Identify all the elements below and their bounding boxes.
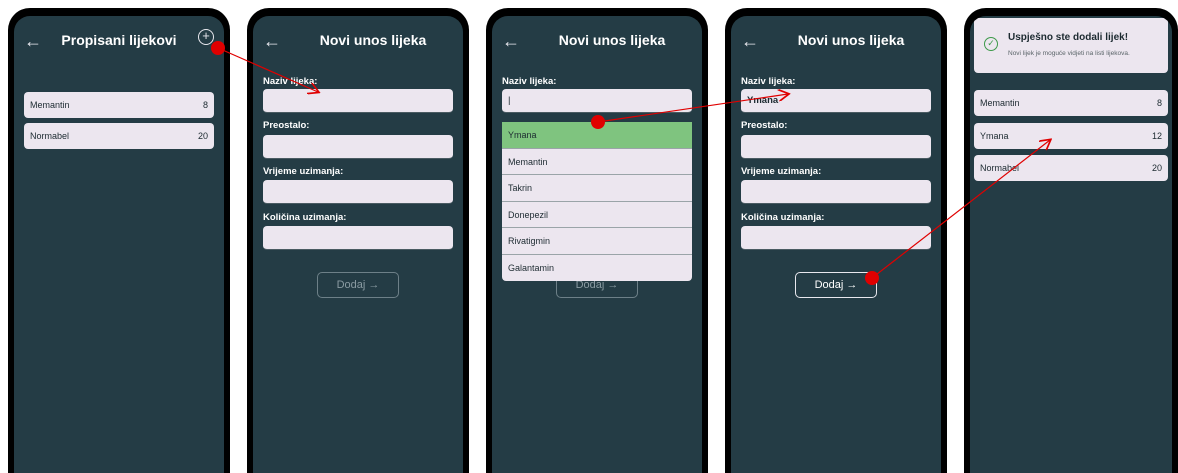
toast-title: Uspješno ste dodali lijek! — [1008, 32, 1129, 43]
remaining-label: Preostalo: — [263, 120, 310, 131]
arrow-left-icon[interactable]: ← — [502, 32, 520, 50]
check-circle-icon: ✓ — [984, 37, 998, 51]
dropdown-option[interactable]: Takrin — [502, 175, 692, 202]
phone-screen-1: ← Propisani lijekovi + Memantin 8 Normab… — [8, 8, 230, 473]
dropdown-option[interactable]: Galantamin — [502, 255, 692, 282]
remaining-field[interactable] — [263, 135, 453, 159]
amount-field[interactable] — [741, 226, 931, 250]
plus-circle-icon[interactable]: + — [198, 29, 214, 45]
list-item[interactable]: Memantin 8 — [24, 92, 214, 118]
meds-list-success-screen: ✓ Uspješno ste dodali lijek! Novi lijek … — [970, 16, 1172, 473]
dropdown-option[interactable]: Rivatigmin — [502, 228, 692, 255]
phone-screen-4: ← Novi unos lijeka Naziv lijeka: Ymana P… — [725, 8, 947, 473]
new-med-dropdown-screen: ← Novi unos lijeka Naziv lijeka: | Dodaj… — [492, 16, 702, 473]
time-field[interactable] — [263, 180, 453, 204]
arrow-left-icon[interactable]: ← — [263, 32, 281, 50]
list-item[interactable]: Ymana 12 — [974, 123, 1168, 149]
dropdown-option[interactable]: Ymana — [502, 122, 692, 149]
list-item[interactable]: Memantin 8 — [974, 90, 1168, 116]
med-count: 8 — [202, 100, 208, 110]
med-count: 20 — [1151, 163, 1162, 173]
prescribed-meds-screen: ← Propisani lijekovi + Memantin 8 Normab… — [14, 16, 224, 473]
med-dropdown: Ymana Memantin Takrin Donepezil Rivatigm… — [502, 122, 692, 281]
page-title: Novi unos lijeka — [558, 32, 666, 48]
success-toast: ✓ Uspješno ste dodali lijek! Novi lijek … — [974, 18, 1168, 73]
amount-field[interactable] — [263, 226, 453, 250]
add-button[interactable]: Dodaj → — [317, 272, 399, 298]
time-label: Vrijeme uzimanja: — [741, 166, 822, 177]
time-field[interactable] — [741, 180, 931, 204]
name-field[interactable]: | — [502, 89, 692, 113]
name-label: Naziv lijeka: — [263, 76, 318, 87]
amount-label: Količina uzimanja: — [741, 212, 825, 223]
name-label: Naziv lijeka: — [502, 76, 557, 87]
arrow-left-icon[interactable]: ← — [741, 32, 759, 50]
med-name: Normabel — [30, 131, 70, 141]
page-title: Novi unos lijeka — [797, 32, 905, 48]
toast-text: Novi lijek je moguće vidjeti na listi li… — [1008, 50, 1130, 57]
phone-screen-3: ← Novi unos lijeka Naziv lijeka: | Dodaj… — [486, 8, 708, 473]
med-name: Ymana — [980, 131, 1009, 141]
page-title: Propisani lijekovi — [61, 32, 177, 48]
med-name: Memantin — [30, 100, 70, 110]
dropdown-option[interactable]: Memantin — [502, 149, 692, 175]
med-count: 8 — [1156, 98, 1162, 108]
add-button[interactable]: Dodaj → — [795, 272, 877, 298]
phone-screen-2: ← Novi unos lijeka Naziv lijeka: Preosta… — [247, 8, 469, 473]
name-field[interactable]: Ymana — [741, 89, 931, 113]
new-med-form-screen: ← Novi unos lijeka Naziv lijeka: Preosta… — [253, 16, 463, 473]
med-count: 20 — [197, 131, 208, 141]
arrow-left-icon[interactable]: ← — [24, 32, 42, 50]
time-label: Vrijeme uzimanja: — [263, 166, 344, 177]
remaining-label: Preostalo: — [741, 120, 788, 131]
dropdown-option[interactable]: Donepezil — [502, 202, 692, 228]
page-title: Novi unos lijeka — [319, 32, 427, 48]
med-count: 12 — [1151, 131, 1162, 141]
new-med-filled-screen: ← Novi unos lijeka Naziv lijeka: Ymana P… — [731, 16, 941, 473]
name-label: Naziv lijeka: — [741, 76, 796, 87]
med-name: Normabel — [980, 163, 1020, 173]
med-name: Memantin — [980, 98, 1020, 108]
name-field[interactable] — [263, 89, 453, 113]
amount-label: Količina uzimanja: — [263, 212, 347, 223]
remaining-field[interactable] — [741, 135, 931, 159]
list-item[interactable]: Normabel 20 — [24, 123, 214, 149]
phone-screen-5: ✓ Uspješno ste dodali lijek! Novi lijek … — [964, 8, 1178, 473]
list-item[interactable]: Normabel 20 — [974, 155, 1168, 181]
